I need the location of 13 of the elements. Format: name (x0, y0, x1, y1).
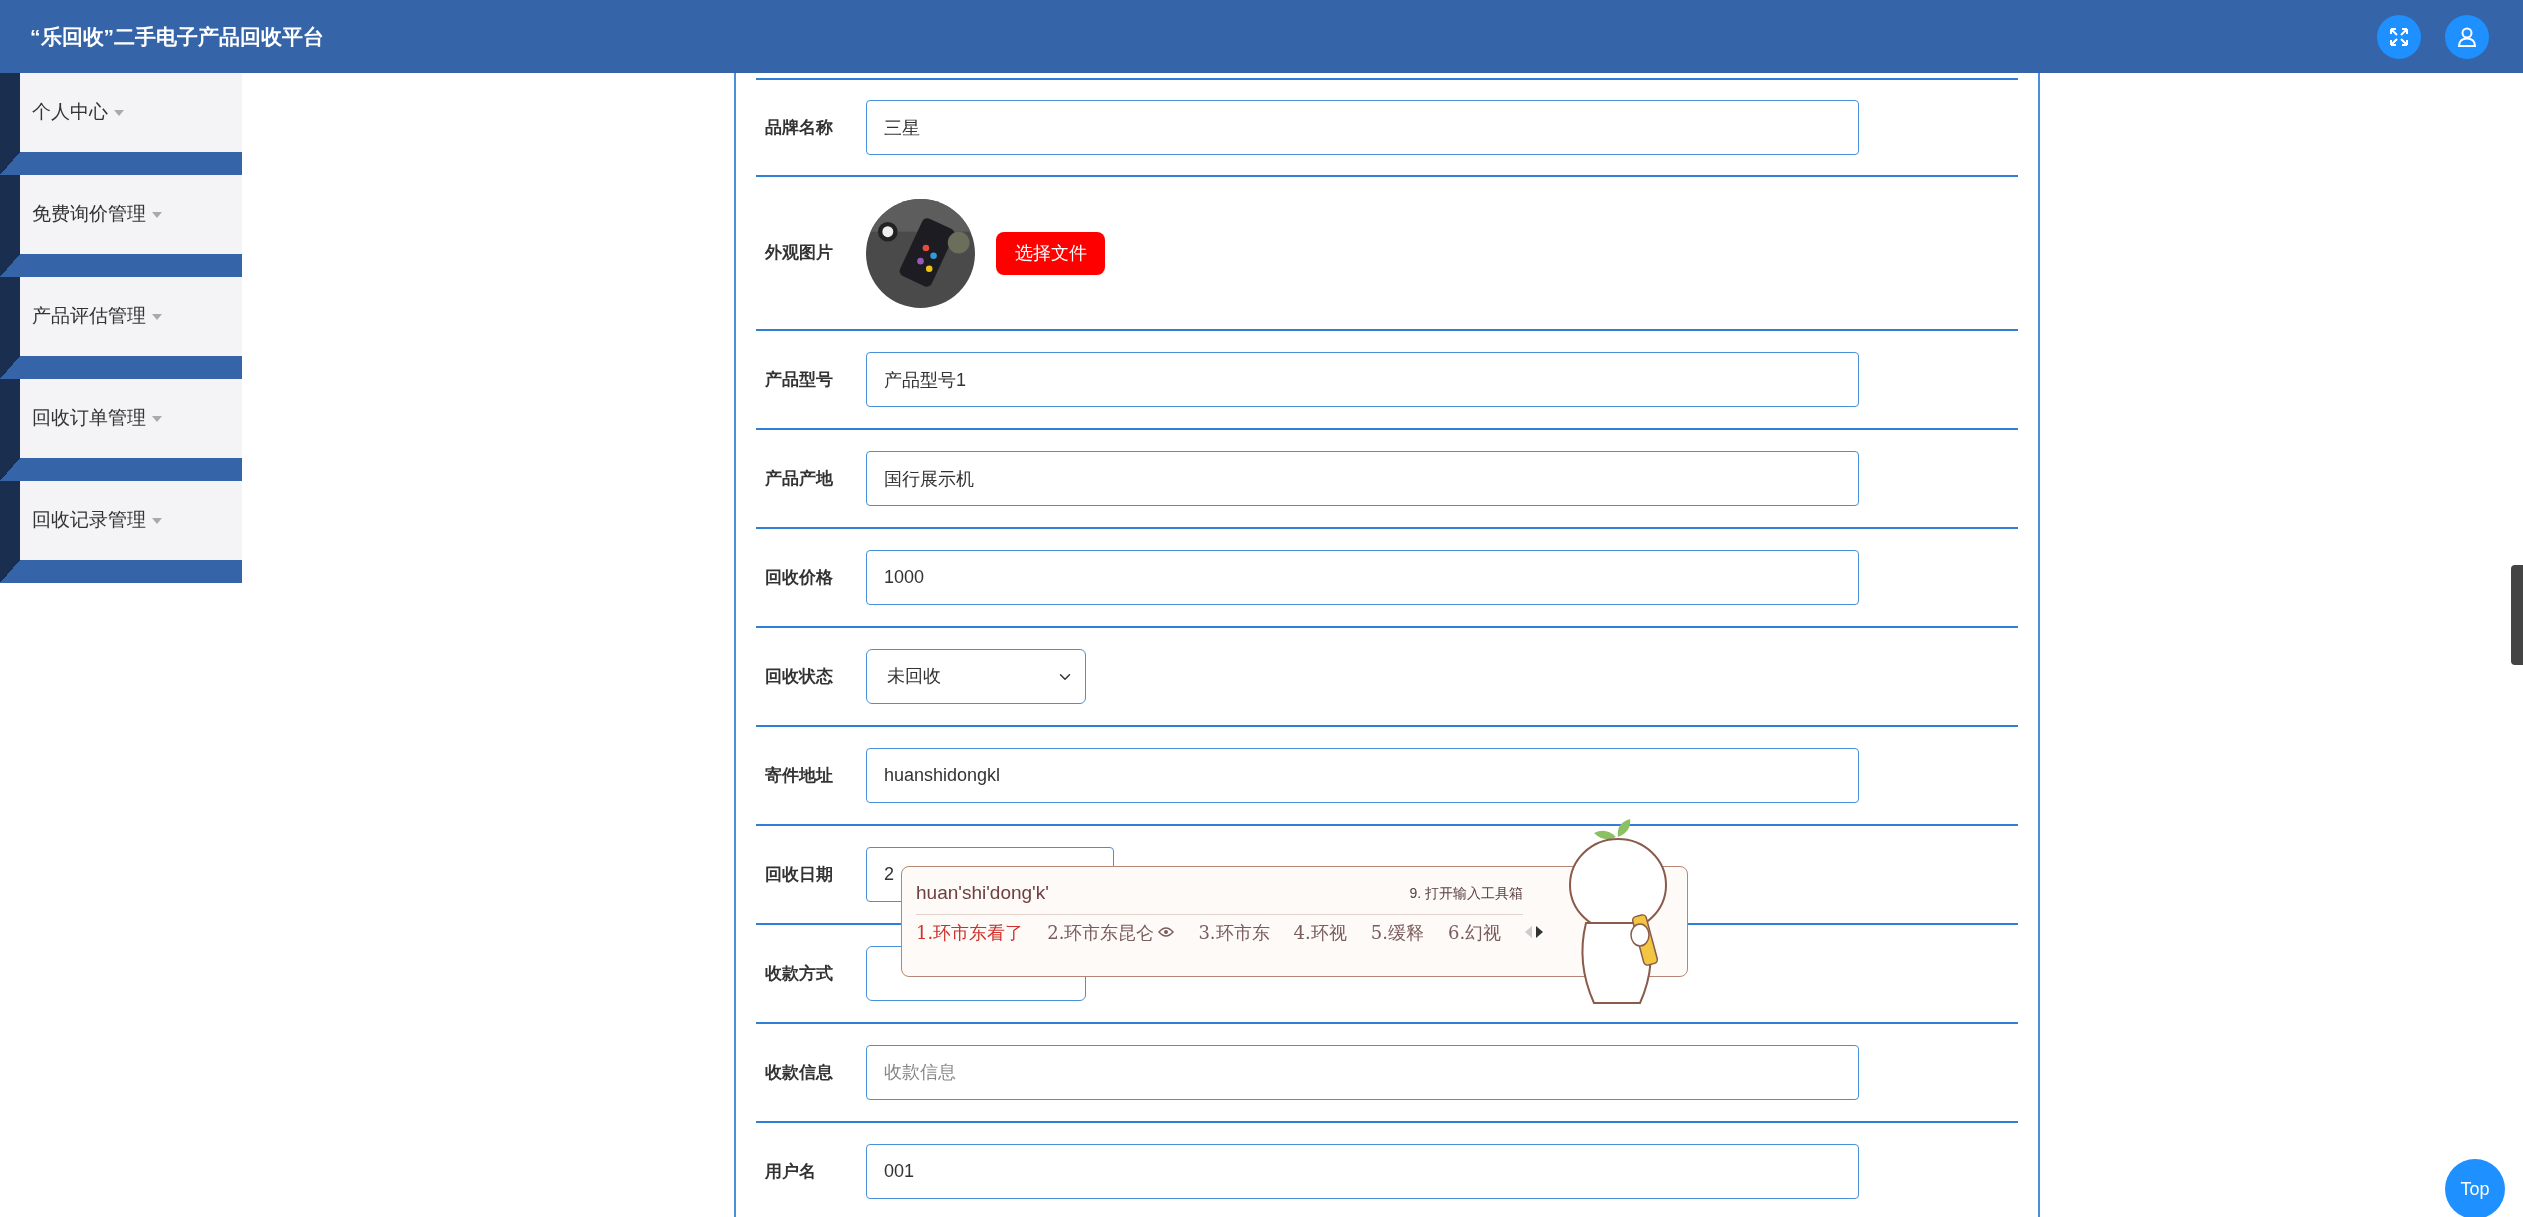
composition-text: huan'shi'dong'k' (916, 881, 1049, 905)
site-title: “乐回收”二手电子产品回收平台 (30, 23, 324, 50)
field-label: 用户名 (764, 1160, 817, 1183)
field-label: 回收价格 (764, 566, 834, 589)
field-label: 收款信息 (764, 1061, 834, 1084)
field-label: 品牌名称 (764, 116, 834, 139)
field-label: 收款方式 (764, 962, 834, 985)
field-label: 回收状态 (764, 665, 834, 688)
field-label: 产品产地 (764, 467, 834, 490)
field-label: 外观图片 (764, 242, 834, 265)
field-label: 寄件地址 (764, 764, 834, 787)
field-label: 产品型号 (764, 368, 834, 391)
field-label: 回收日期 (764, 863, 834, 886)
